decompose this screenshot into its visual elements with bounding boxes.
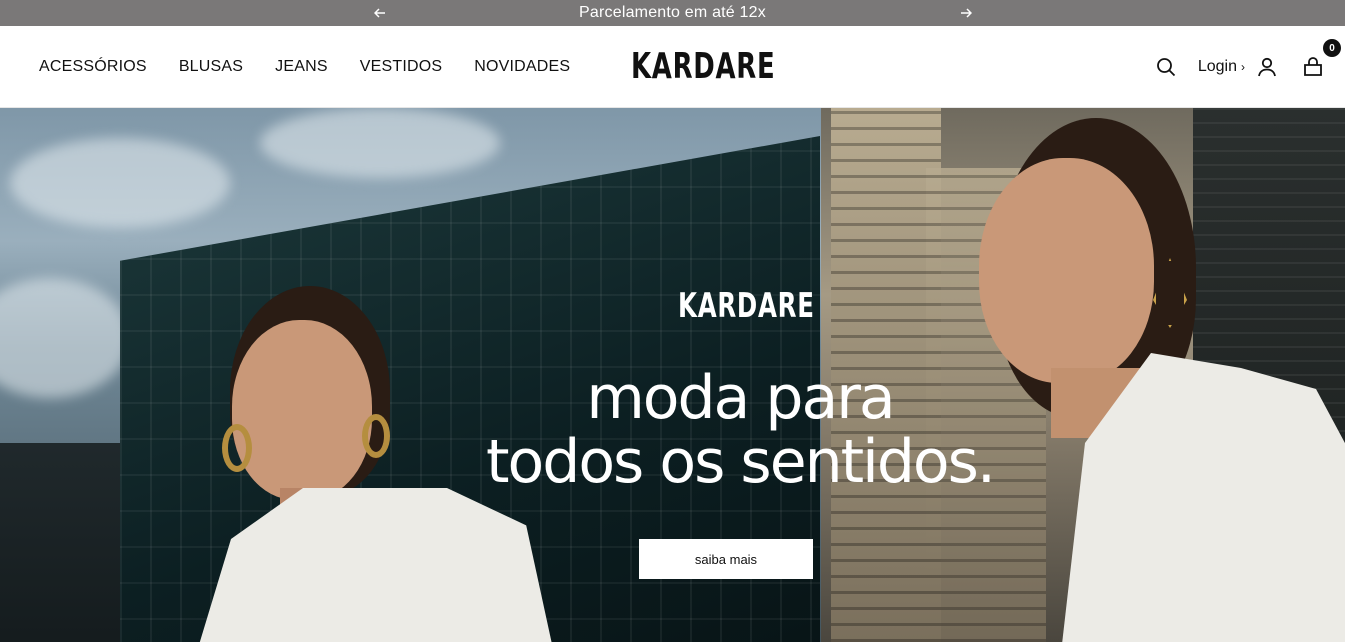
site-header: ACESSÓRIOS BLUSAS JEANS VESTIDOS NOVIDAD… <box>0 26 1345 108</box>
nav-item-acessorios[interactable]: ACESSÓRIOS <box>39 58 147 76</box>
nav-item-jeans[interactable]: JEANS <box>275 58 328 76</box>
login-label: Login <box>1197 58 1237 75</box>
main-nav: ACESSÓRIOS BLUSAS JEANS VESTIDOS NOVIDAD… <box>39 26 602 108</box>
login-chevron: › <box>1241 60 1245 74</box>
announcement-text: Parcelamento em até 12x <box>579 4 766 21</box>
announcement-bar: Parcelamento em até 12x <box>0 0 1345 26</box>
arrow-left-icon <box>374 8 385 18</box>
shopping-bag-icon <box>1304 57 1322 76</box>
hero-headline: moda para todos os sentidos. <box>440 366 1040 494</box>
site-logo[interactable]: KARDARE <box>631 44 775 90</box>
search-icon <box>1156 58 1175 77</box>
hero-banner[interactable]: KARDARE moda para todos os sentidos. sai… <box>0 108 1345 642</box>
nav-item-vestidos[interactable]: VESTIDOS <box>360 58 443 76</box>
header-actions: Login › 0 <box>1154 26 1341 108</box>
search-button[interactable] <box>1154 55 1178 79</box>
cart-count-badge: 0 <box>1323 39 1341 57</box>
hero-brand-logo: KARDARE <box>678 286 815 326</box>
login-link[interactable]: Login › <box>1198 58 1245 76</box>
hero-headline-line-1: moda para <box>586 363 895 433</box>
hero-cta-button[interactable]: saiba mais <box>639 539 813 579</box>
cart-button[interactable]: 0 <box>1301 39 1341 79</box>
arrow-right-icon <box>961 8 972 18</box>
user-icon <box>1258 57 1276 77</box>
nav-item-blusas[interactable]: BLUSAS <box>179 58 243 76</box>
announcement-prev-button[interactable] <box>367 0 393 26</box>
hero-headline-line-2: todos os sentidos. <box>486 427 996 497</box>
account-button[interactable] <box>1255 55 1279 79</box>
announcement-next-button[interactable] <box>953 0 979 26</box>
nav-item-novidades[interactable]: NOVIDADES <box>474 58 570 76</box>
